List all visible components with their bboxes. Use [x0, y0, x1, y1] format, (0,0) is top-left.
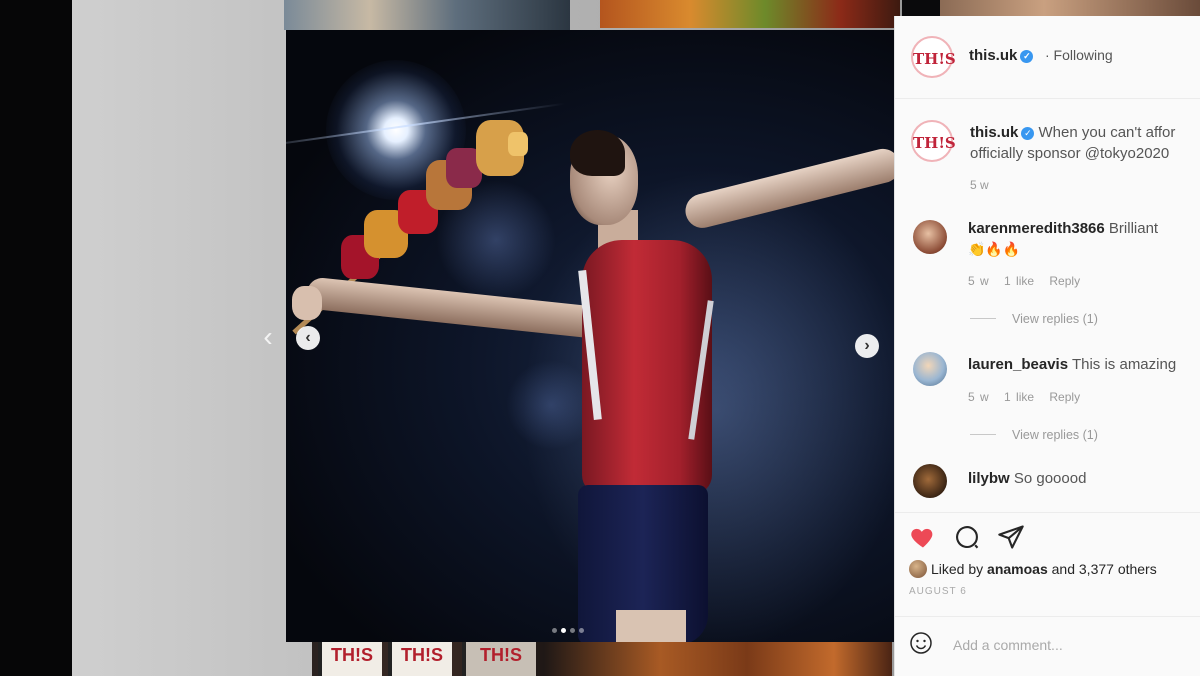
comment-icon[interactable]: [953, 523, 981, 551]
post-date: AUGUST 6: [909, 586, 967, 597]
athlete-hair: [570, 130, 625, 176]
caption-text: this.uk ✓ When you can't affor officially…: [970, 122, 1200, 164]
comment-likes[interactable]: 1 like: [1004, 390, 1034, 404]
liker-username[interactable]: anamoas: [987, 561, 1048, 577]
product-pack-thumbnail: TH!S: [462, 642, 536, 676]
account-avatar[interactable]: TH!S: [911, 36, 956, 78]
kebab-chunk: [508, 132, 528, 156]
grid-thumbnail[interactable]: [940, 0, 1200, 16]
commenter-avatar[interactable]: [913, 464, 947, 498]
athlete-leg: [616, 610, 686, 642]
reply-button[interactable]: Reply: [1049, 390, 1080, 404]
header-username[interactable]: this.uk ✓: [969, 47, 1034, 64]
monitor-bezel: [0, 0, 72, 676]
liked-by-others[interactable]: and 3,377 others: [1052, 561, 1157, 577]
carousel-next-button[interactable]: ›: [855, 334, 879, 358]
previous-post-arrow[interactable]: ‹: [256, 322, 280, 352]
comment-body: This is amazing: [1071, 356, 1177, 373]
grid-thumbnail[interactable]: [284, 0, 570, 30]
carousel-dot: [579, 628, 584, 633]
comment-username[interactable]: lauren_beavis: [968, 356, 1068, 373]
comment-time: 5 w: [968, 390, 989, 404]
post-photo[interactable]: [286, 30, 894, 642]
carousel-dot: [570, 628, 575, 633]
post-header: TH!S this.uk ✓ · Following: [895, 16, 1200, 99]
comment-time: 5 w: [968, 274, 989, 288]
athlete-hand: [292, 286, 322, 320]
grid-thumbnail[interactable]: [600, 0, 900, 28]
carousel-dot: [552, 628, 557, 633]
smiley-icon[interactable]: [909, 631, 933, 655]
caption-body: When you can't affor: [1038, 124, 1176, 141]
liked-by: Liked by anamoas and 3,377 others: [909, 560, 1157, 578]
reply-button[interactable]: Reply: [1049, 274, 1080, 288]
comment-emoji: 👏🔥🔥: [968, 241, 1021, 257]
add-comment-bar: [895, 616, 1200, 676]
product-pack-thumbnail: TH!S: [318, 642, 382, 676]
commenter-avatar[interactable]: [913, 352, 947, 386]
product-pack-thumbnail: TH!S: [388, 642, 452, 676]
view-replies-link[interactable]: View replies (1): [970, 428, 1098, 442]
comment-meta: 5 w 1 like Reply: [968, 274, 1090, 288]
comment-likes[interactable]: 1 like: [1004, 274, 1034, 288]
comment-text: lilybw So gooood: [968, 468, 1200, 489]
athlete-vest: [582, 240, 712, 495]
caption-username[interactable]: this.uk: [970, 124, 1018, 141]
commenter-avatar[interactable]: [913, 220, 947, 254]
caption-timestamp: 5 w: [970, 178, 989, 192]
heart-icon[interactable]: [909, 523, 937, 551]
post-side-panel: TH!S this.uk ✓ · Following TH!S this.uk ✓ …: [894, 16, 1200, 676]
paper-plane-icon[interactable]: [997, 523, 1025, 551]
verified-badge-icon: ✓: [1021, 127, 1035, 140]
caption-avatar[interactable]: TH!S: [911, 120, 956, 162]
comment-text: lauren_beavis This is amazing: [968, 354, 1200, 375]
comment-username[interactable]: lilybw: [968, 470, 1010, 487]
comment-body: Brilliant: [1108, 220, 1159, 237]
comment-meta: 5 w 1 like Reply: [968, 390, 1090, 404]
post-actions-bar: [895, 512, 1200, 553]
caption-body-line2: officially sponsor @tokyo2020: [970, 145, 1170, 162]
following-status[interactable]: · Following: [1045, 47, 1113, 63]
verified-badge-icon: ✓: [1020, 50, 1034, 63]
carousel-dot-active: [561, 628, 566, 633]
carousel-prev-button[interactable]: ‹: [296, 326, 320, 350]
carousel-indicator: [552, 628, 584, 633]
view-replies-link[interactable]: View replies (1): [970, 312, 1098, 326]
comment-username[interactable]: karenmeredith3866: [968, 220, 1105, 237]
add-comment-input[interactable]: [951, 633, 1185, 657]
comment-text: karenmeredith3866 Brilliant 👏🔥🔥: [968, 218, 1200, 260]
liker-avatar[interactable]: [909, 560, 927, 578]
comment-body: So gooood: [1013, 470, 1087, 487]
